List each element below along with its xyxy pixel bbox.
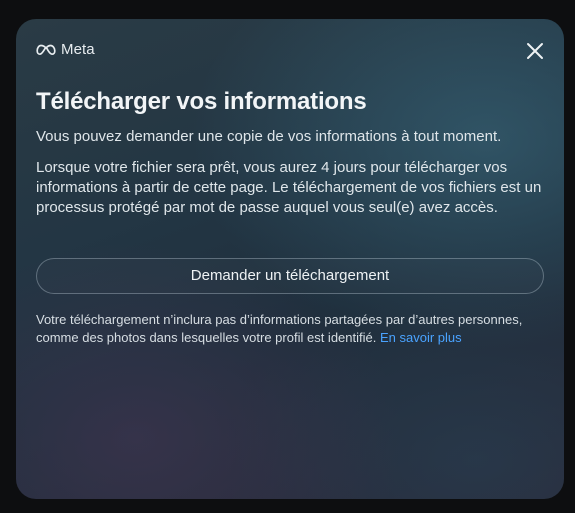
meta-brand: Meta <box>36 41 95 58</box>
intro-text: Vous pouvez demander une copie de vos in… <box>36 128 502 145</box>
meta-wordmark: Meta <box>61 41 95 58</box>
request-download-button[interactable]: Demander un téléchargement <box>36 258 544 294</box>
disclaimer-note: Votre téléchargement n’inclura pas d’inf… <box>36 311 546 347</box>
learn-more-link[interactable]: En savoir plus <box>380 330 462 345</box>
close-icon <box>524 40 546 62</box>
download-info-dialog: Meta Télécharger vos informations Vous p… <box>16 19 564 499</box>
close-button[interactable] <box>524 40 546 62</box>
dialog-title: Télécharger vos informations <box>36 88 367 115</box>
details-text: Lorsque votre fichier sera prêt, vous au… <box>36 159 542 216</box>
meta-infinity-icon <box>36 44 56 56</box>
